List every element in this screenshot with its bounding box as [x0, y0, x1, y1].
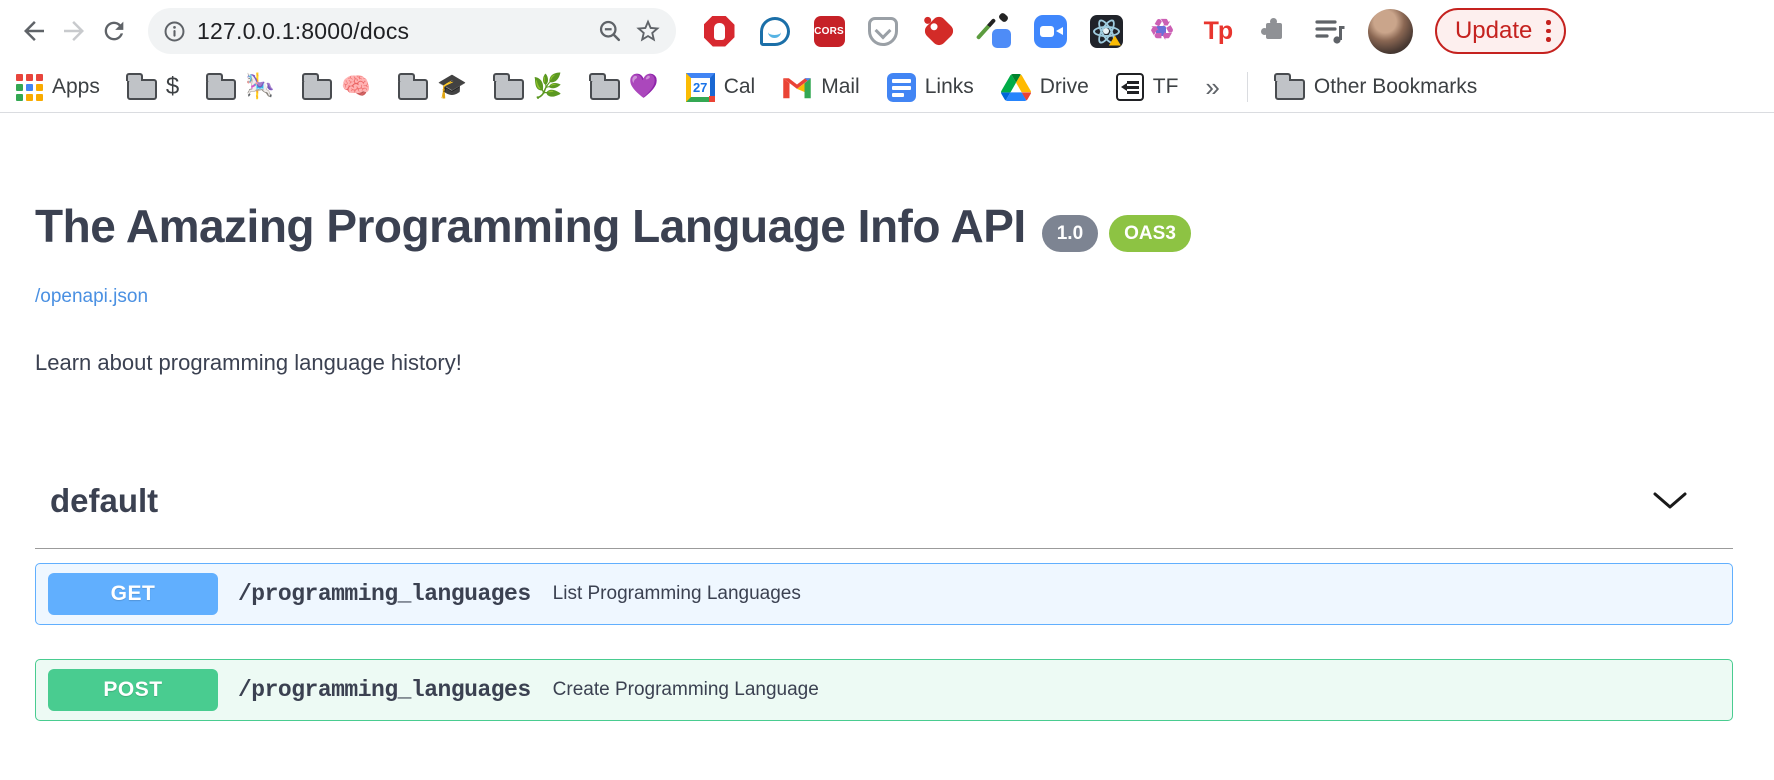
bookmark-folder-gradcap[interactable]: 🎓: [398, 75, 467, 100]
bookmark-label: 🎠: [245, 75, 275, 99]
tf-doc-icon: [1116, 73, 1144, 101]
operation-path: /programming_languages: [238, 581, 531, 607]
other-bookmarks[interactable]: Other Bookmarks: [1275, 75, 1477, 100]
browser-menu-dots-icon[interactable]: [1546, 20, 1551, 42]
collapse-section-button[interactable]: [1652, 491, 1688, 511]
folder-icon: [398, 79, 428, 100]
api-title-row: The Amazing Programming Language Info AP…: [35, 199, 1733, 254]
reload-icon: [100, 17, 128, 45]
bookmark-star-icon[interactable]: [634, 17, 662, 45]
version-badge: 1.0: [1042, 215, 1098, 252]
openapi-json-link[interactable]: /openapi.json: [35, 286, 148, 308]
bookmark-label: 💜: [629, 75, 659, 99]
google-calendar-icon: 27: [686, 73, 715, 102]
bookmark-folder-carousel[interactable]: 🎠: [206, 75, 275, 100]
bookmark-label: Apps: [52, 75, 100, 99]
chat-bubble-extension-icon[interactable]: [758, 14, 792, 48]
api-description: Learn about programming language history…: [35, 350, 1733, 376]
bookmark-folder-dollar[interactable]: $: [127, 75, 179, 100]
bookmark-drive[interactable]: Drive: [1001, 74, 1089, 101]
update-button[interactable]: Update: [1435, 8, 1566, 54]
gmail-icon: [782, 75, 812, 99]
swagger-page: The Amazing Programming Language Info AP…: [0, 199, 1774, 721]
operation-summary: List Programming Languages: [553, 583, 801, 605]
bookmark-label: Cal: [724, 75, 756, 99]
forward-button[interactable]: [54, 11, 94, 51]
zoom-out-icon[interactable]: [597, 18, 624, 45]
get-method-badge: GET: [48, 573, 218, 615]
extensions-puzzle-icon[interactable]: [1257, 14, 1291, 48]
operation-path: /programming_languages: [238, 677, 531, 703]
section-title: default: [35, 482, 158, 520]
page-title: The Amazing Programming Language Info AP…: [35, 199, 1026, 254]
bookmark-label: Links: [925, 75, 974, 99]
address-bar[interactable]: 127.0.0.1:8000/docs: [148, 8, 676, 54]
site-info-icon[interactable]: [162, 19, 187, 44]
operation-get-programming-languages[interactable]: GET /programming_languages List Programm…: [35, 563, 1733, 625]
bookmark-folder-herb[interactable]: 🌿: [494, 75, 563, 100]
tp-extension-icon[interactable]: Tp: [1201, 14, 1235, 48]
bookmark-label: TF: [1153, 75, 1179, 99]
profile-avatar[interactable]: [1368, 9, 1413, 54]
folder-icon: [206, 79, 236, 100]
bookmark-apps[interactable]: Apps: [16, 74, 100, 101]
cors-extension-icon[interactable]: CORS: [814, 16, 845, 47]
bookmarks-bar: Apps $ 🎠 🧠 🎓 🌿 💜 27 Cal Mail: [0, 62, 1774, 113]
operation-summary: Create Programming Language: [553, 679, 819, 701]
bookmark-tf[interactable]: TF: [1116, 73, 1179, 101]
adblock-stop-hand-icon[interactable]: [702, 14, 736, 48]
extensions-cluster: CORS ♻ Tp Update: [702, 8, 1566, 54]
folder-icon: [494, 79, 524, 100]
bookmark-folder-brain[interactable]: 🧠: [302, 75, 371, 100]
bookmark-folder-purple-heart[interactable]: 💜: [590, 75, 659, 100]
folder-icon: [1275, 79, 1305, 100]
media-playlist-icon[interactable]: [1312, 14, 1346, 48]
folder-icon: [127, 79, 157, 100]
post-method-badge: POST: [48, 669, 218, 711]
bookmarks-overflow-chevron[interactable]: »: [1205, 72, 1219, 103]
back-button[interactable]: [14, 11, 54, 51]
update-label: Update: [1455, 17, 1532, 45]
bookmark-label: 🌿: [533, 75, 563, 99]
color-picker-eyedropper-icon[interactable]: [978, 14, 1012, 48]
operation-post-programming-languages[interactable]: POST /programming_languages Create Progr…: [35, 659, 1733, 721]
forward-arrow-icon: [59, 16, 89, 46]
react-devtools-icon[interactable]: [1089, 14, 1123, 48]
reload-button[interactable]: [94, 11, 134, 51]
bookmark-label: 🧠: [341, 75, 371, 99]
links-icon: [887, 73, 916, 102]
pocket-shield-icon[interactable]: [866, 14, 900, 48]
apps-grid-icon: [16, 74, 43, 101]
browser-toolbar: 127.0.0.1:8000/docs CORS ♻ Tp: [0, 0, 1774, 62]
zoom-video-icon[interactable]: [1034, 14, 1068, 48]
url-text[interactable]: 127.0.0.1:8000/docs: [197, 18, 587, 45]
bookmark-links[interactable]: Links: [887, 73, 974, 102]
bookmarks-divider: [1247, 72, 1248, 102]
bookmark-label: 🎓: [437, 75, 467, 99]
google-drive-icon: [1001, 74, 1031, 101]
red-key-extension-icon[interactable]: [922, 14, 956, 48]
chevron-down-icon: [1652, 491, 1688, 511]
bookmark-calendar[interactable]: 27 Cal: [686, 73, 756, 102]
bookmark-label: Mail: [821, 75, 860, 99]
bookmark-label: $: [166, 75, 179, 99]
recycle-extension-icon[interactable]: ♻: [1145, 14, 1179, 48]
oas3-badge: OAS3: [1109, 215, 1191, 252]
bookmark-label: Drive: [1040, 75, 1089, 99]
folder-icon: [302, 79, 332, 100]
bookmark-label: Other Bookmarks: [1314, 75, 1477, 99]
bookmark-mail[interactable]: Mail: [782, 75, 860, 99]
back-arrow-icon: [19, 16, 49, 46]
default-section-header[interactable]: default: [35, 482, 1733, 549]
folder-icon: [590, 79, 620, 100]
